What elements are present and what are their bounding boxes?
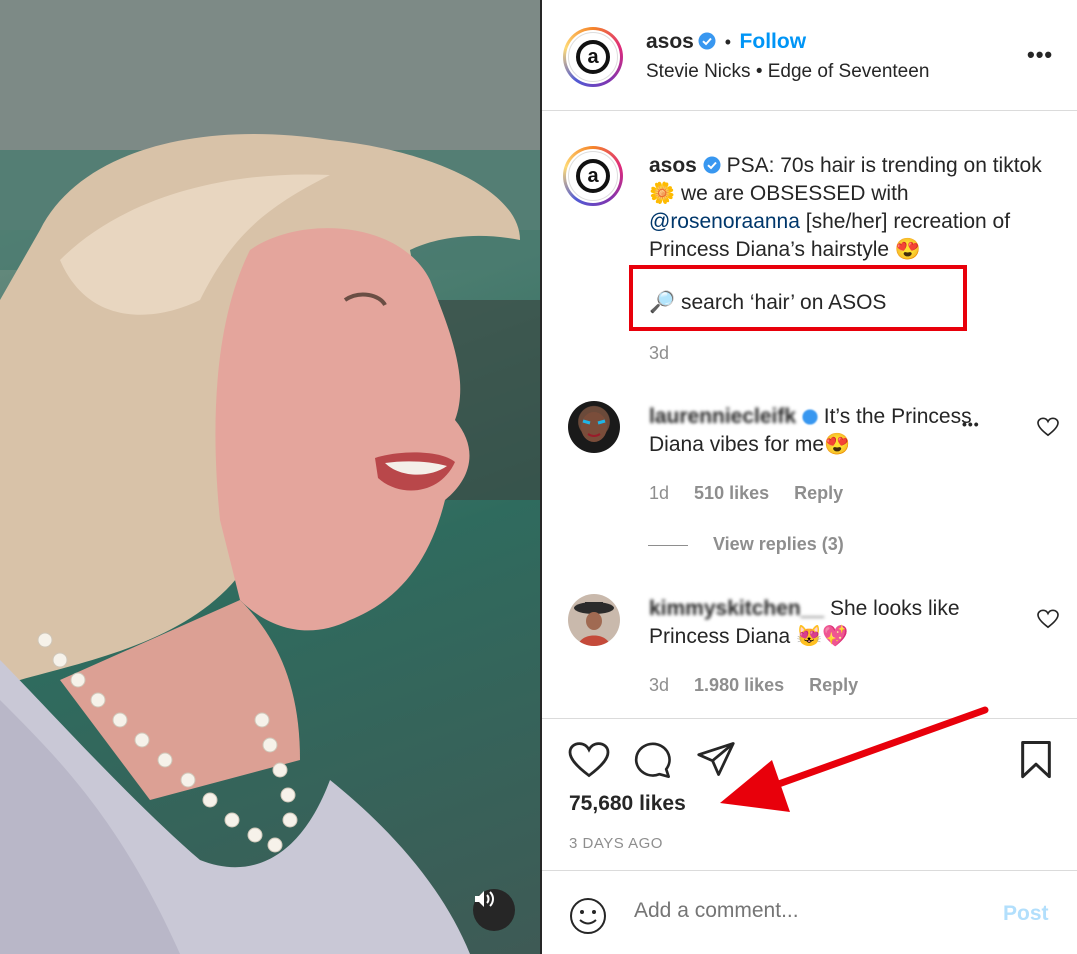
video-frame-illustration — [0, 0, 541, 954]
speaker-icon — [475, 891, 494, 907]
commenter-photo — [581, 412, 607, 442]
post-header: asos • Follow — [646, 30, 806, 54]
header-separator: • — [724, 32, 732, 52]
comment-body: kimmyskitchen__ She looks like Princess … — [649, 595, 1019, 651]
view-replies-button[interactable]: View replies (3) — [713, 534, 844, 555]
save-bookmark-icon[interactable] — [1018, 740, 1054, 780]
commenter-avatar[interactable] — [568, 594, 620, 646]
emoji-smiley-icon[interactable] — [568, 896, 608, 936]
comment-time: 1d — [649, 483, 670, 503]
audio-info: Stevie Nicks • Edge of Seventeen — [646, 61, 929, 83]
account-avatar[interactable]: a — [563, 27, 623, 87]
highlight-box — [629, 265, 967, 331]
comments-divider — [542, 718, 1077, 719]
account-username[interactable]: asos — [646, 30, 694, 53]
share-paper-plane-icon[interactable] — [695, 740, 737, 778]
asos-logo: a — [576, 159, 610, 193]
verified-badge-icon — [703, 156, 721, 174]
audio-artist[interactable]: Stevie Nicks — [646, 61, 751, 82]
comment-more-button[interactable]: ••• — [962, 416, 980, 432]
commenter-photo — [574, 602, 614, 646]
asos-logo: a — [576, 40, 610, 74]
audio-separator: • — [755, 61, 763, 82]
sound-toggle-button[interactable] — [473, 889, 515, 931]
post-likes-count[interactable]: 75,680 likes — [569, 792, 686, 816]
caption-text-1: PSA: 70s hair is trending on tiktok — [726, 154, 1042, 177]
comment-username[interactable]: laurenniecleifk — [649, 405, 796, 428]
heart-eyes-emoji: 😍 — [894, 238, 922, 261]
comment-meta: 1d 510 likes Reply — [649, 483, 843, 504]
reply-button[interactable]: Reply — [794, 483, 843, 503]
caption-avatar[interactable]: a — [563, 146, 623, 206]
comment-likes-count[interactable]: 510 likes — [694, 483, 769, 503]
verified-badge-icon — [802, 409, 818, 425]
commenter-avatar[interactable] — [568, 401, 620, 453]
comment-like-heart-icon[interactable] — [1037, 609, 1059, 629]
header-divider — [542, 110, 1077, 111]
verified-badge-icon — [698, 32, 716, 50]
comment-like-heart-icon[interactable] — [1037, 417, 1059, 437]
post-timestamp: 3 DAYS AGO — [569, 835, 663, 852]
more-options-button[interactable]: ••• — [1027, 42, 1053, 68]
view-replies-line — [648, 545, 688, 546]
comment-likes-count[interactable]: 1.980 likes — [694, 675, 784, 695]
blossom-emoji: 🌼 — [649, 182, 676, 205]
comment-username[interactable]: kimmyskitchen__ — [649, 597, 824, 620]
comment-bubble-icon[interactable] — [631, 740, 673, 780]
comment-time: 3d — [649, 675, 670, 695]
reply-button[interactable]: Reply — [809, 675, 858, 695]
audio-track[interactable]: Edge of Seventeen — [768, 61, 930, 82]
like-heart-icon[interactable] — [568, 741, 610, 779]
add-comment-divider — [542, 870, 1077, 871]
add-comment-input[interactable] — [632, 898, 966, 924]
caption-time: 3d — [649, 343, 670, 363]
post-side-panel: a asos • Follow Stevie Nicks • Edge of S… — [542, 0, 1077, 954]
follow-button[interactable]: Follow — [740, 30, 807, 53]
post-video[interactable] — [0, 0, 541, 954]
mention-link[interactable]: @rosenoraanna — [649, 210, 800, 233]
caption-text-2: we are OBSESSED with — [681, 182, 909, 205]
post-comment-button[interactable]: Post — [1003, 902, 1049, 926]
caption-username[interactable]: asos — [649, 154, 697, 177]
comment-meta: 3d 1.980 likes Reply — [649, 675, 858, 696]
post-caption: asos PSA: 70s hair is trending on tiktok… — [649, 152, 1059, 264]
